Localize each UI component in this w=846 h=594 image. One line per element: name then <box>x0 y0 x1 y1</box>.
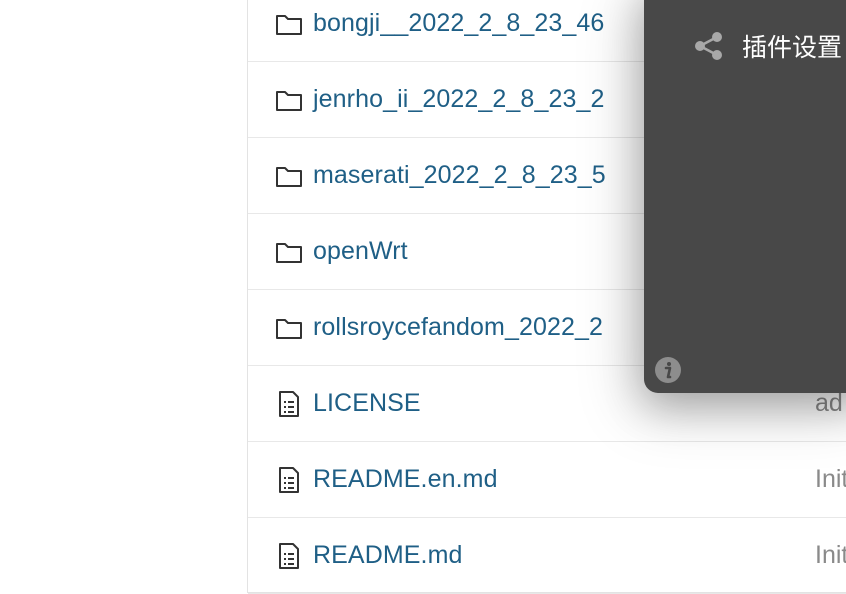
list-item[interactable]: README.md Init <box>248 518 846 594</box>
commit-message: ad <box>815 389 843 417</box>
file-link[interactable]: README.en.md <box>313 465 498 494</box>
file-link[interactable]: README.md <box>313 541 463 570</box>
commit-message: Init <box>815 541 846 569</box>
folder-icon <box>275 314 303 342</box>
plugin-settings-label[interactable]: 插件设置 <box>742 28 842 64</box>
file-link[interactable]: bongji__2022_2_8_23_46 <box>313 9 604 38</box>
folder-icon <box>275 10 303 38</box>
file-link[interactable]: rollsroycefandom_2022_2 <box>313 313 603 342</box>
list-item[interactable]: README.en.md Init <box>248 442 846 518</box>
file-link[interactable]: LICENSE <box>313 389 421 418</box>
file-text-icon <box>275 542 303 570</box>
share-icon[interactable] <box>693 31 725 61</box>
file-link[interactable]: maserati_2022_2_8_23_5 <box>313 161 606 190</box>
folder-icon <box>275 238 303 266</box>
info-icon[interactable] <box>654 356 682 384</box>
file-link[interactable]: jenrho_ii_2022_2_8_23_2 <box>313 85 604 114</box>
folder-icon <box>275 86 303 114</box>
commit-message: Init <box>815 465 846 493</box>
file-link[interactable]: openWrt <box>313 237 408 266</box>
file-text-icon <box>275 390 303 418</box>
file-text-icon <box>275 466 303 494</box>
plugin-popup: 插件设置 <box>644 0 846 393</box>
folder-icon <box>275 162 303 190</box>
